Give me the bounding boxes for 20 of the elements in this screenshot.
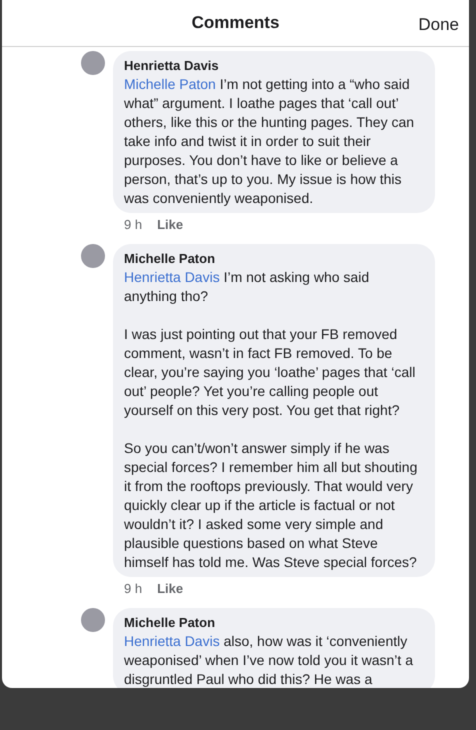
comment-text: Michelle Paton I’m not getting into a “who said what” argument. I loathe pages that ‘call out’ others, like this or the hunting pages. They can take info and twist it in order to suit their purposes. You don’t have to like or believe a person, that’s up to you. My issue is how this was conveniently weaponised. (124, 75, 416, 208)
comment-time: 9 h (124, 580, 142, 598)
mention-link[interactable]: Henrietta Davis (124, 633, 220, 649)
comment-text: Henrietta Davis I’m not asking who said anything tho? (124, 268, 370, 306)
author-name[interactable]: Michelle Paton (124, 614, 424, 632)
avatar[interactable] (81, 608, 105, 632)
author-name[interactable]: Henrietta Davis (124, 57, 424, 75)
panel-title: Comments (192, 12, 280, 34)
author-name[interactable]: Michelle Paton (124, 250, 424, 268)
avatar[interactable] (81, 51, 105, 75)
comment-text: So you can’t/won’t answer simply if he was special forces? I remember him all but shouting it from the rooftops previously. That would very quickly clear up if the article is factual or not wouldn’t it? I asked some very simple and plausible questions based on what Steve himself has told me. Was Steve special forces? (124, 439, 418, 572)
mention-link[interactable]: Henrietta Davis (124, 269, 220, 285)
comment-text: Henrietta Davis also, how was it ‘conveniently weaponised’ when I’ve now told you it wasn’t a disgruntled Paul who did this? He was a (124, 632, 414, 688)
mention-link[interactable]: Michelle Paton (124, 76, 216, 92)
like-button[interactable]: Like (157, 580, 184, 598)
done-button[interactable]: Done (418, 12, 459, 38)
comment-time: 9 h (124, 216, 142, 234)
like-button[interactable]: Like (157, 216, 184, 234)
comment-text: I was just pointing out that your FB removed comment, wasn’t in fact FB removed. To be clear, you’re saying you ‘loathe’ pages that ‘call out’ people? Yet you’re calling people out yourself on this very post. You get that right? (124, 325, 416, 420)
avatar[interactable] (81, 244, 105, 268)
